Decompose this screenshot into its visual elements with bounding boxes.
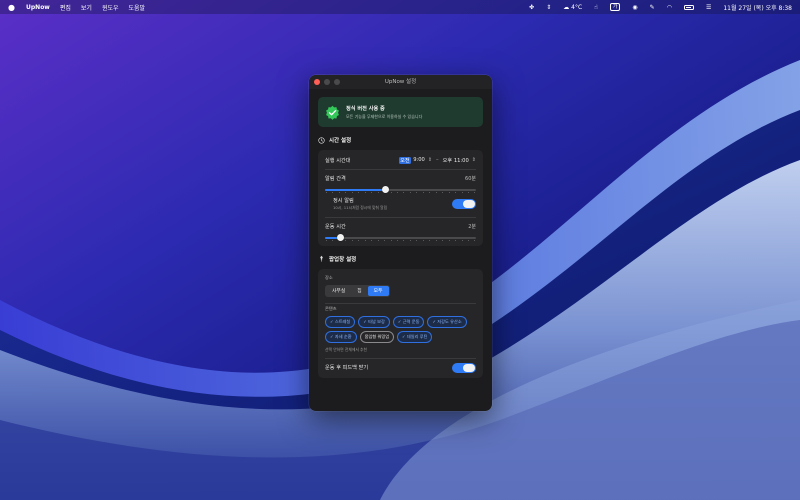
menu-edit[interactable]: 편집 (60, 3, 71, 12)
menu-bar: ● UpNow 편집 보기 윈도우 도움말 ✤ ⇕ ☁ 4°C ☝ 가 ◉ ✎ … (0, 0, 800, 14)
exercise-duration-slider[interactable] (325, 234, 476, 242)
interval-value: 60분 (465, 176, 476, 182)
verified-check-icon (326, 105, 339, 120)
interval-row: 알림 간격 60분 (325, 173, 476, 185)
time-section-title: 시간 설정 (329, 138, 352, 144)
input-source-icon[interactable]: 가 (609, 3, 621, 11)
range-dash: – (436, 157, 439, 163)
content-hint: 선택 안하면 전체에서 추천 (325, 347, 368, 352)
wifi-icon[interactable]: ◠ (667, 4, 672, 11)
hourly-alert-row: 정시 알림 10시, 11시처럼 정시에 맞춰 알림 (325, 194, 476, 215)
clock-icon (318, 136, 325, 144)
divider (325, 358, 476, 359)
exercise-duration-value: 2분 (468, 224, 476, 230)
chip-core[interactable]: ✓ 타납 보강 (358, 316, 390, 328)
chip-daily-routine[interactable]: ✓ 데일리 루틴 (397, 331, 433, 343)
banner-subtitle: 모든 기능을 무제한으로 이용하실 수 있습니다 (346, 113, 423, 119)
pen-icon[interactable]: ✎ (650, 4, 655, 11)
feedback-toggle[interactable] (452, 362, 476, 373)
slider-knob[interactable] (381, 186, 389, 193)
zoom-window-button[interactable] (334, 79, 340, 85)
upnow-status-icon[interactable]: ⇕ (546, 4, 551, 11)
apple-menu-icon[interactable]: ● (8, 3, 16, 12)
settings-content: 정식 버전 사용 중 모든 기능을 무제한으로 이용하실 수 있습니다 시간 설… (309, 89, 492, 385)
place-option-all[interactable]: 모두 (367, 285, 389, 296)
feedback-row: 운동 후 피드백 받기 (325, 362, 476, 374)
divider (325, 302, 476, 303)
app-status-icon[interactable]: ✤ (529, 4, 534, 11)
exercise-duration-label: 운동 시간 (325, 224, 346, 230)
menu-view[interactable]: 보기 (81, 3, 92, 12)
divider (325, 217, 476, 218)
menu-window[interactable]: 윈도우 (102, 3, 119, 12)
chip-warmup[interactable]: 몸입형 워밍업 (359, 331, 395, 343)
hourly-alert-toggle[interactable] (452, 198, 476, 209)
place-option-home[interactable]: 집 (351, 286, 367, 296)
minimize-window-button[interactable] (324, 79, 330, 85)
hourly-alert-desc: 10시, 11시처럼 정시에 맞춰 알림 (333, 205, 388, 210)
menubar-clock[interactable]: 11월 27일 (목) 오후 8:38 (723, 3, 792, 12)
control-center-icon[interactable]: ☰ (706, 4, 711, 11)
pin-icon (320, 255, 323, 262)
start-time-stepper-icon[interactable]: ⇕ (428, 157, 432, 163)
menubar-status-area: ✤ ⇕ ☁ 4°C ☝ 가 ◉ ✎ ◠ ☰ 11월 27일 (목) 오후 8:3… (529, 3, 792, 12)
popup-section-title: 팝업창 설정 (329, 256, 357, 263)
banner-title: 정식 버전 사용 중 (346, 105, 385, 112)
slider-track (325, 236, 476, 239)
chip-posture[interactable]: ✓ 자세 순환 (325, 331, 357, 343)
time-settings-card: 실행 시간대 오전 9:00 ⇕ – 오후 11:00 ⇕ 알림 간격 60분 (318, 150, 483, 246)
active-hours-range: 오전 9:00 ⇕ – 오후 11:00 ⇕ (398, 156, 476, 164)
chip-strength[interactable]: ✓ 근력 운동 (392, 316, 425, 328)
slider-ticks (325, 239, 476, 242)
hourly-alert-title: 정시 알림 (333, 197, 354, 204)
end-time-stepper-icon[interactable]: ⇕ (472, 157, 476, 163)
start-time-field[interactable]: 9:00 (413, 157, 425, 163)
hand-icon[interactable]: ☝ (594, 4, 598, 11)
close-window-button[interactable] (314, 79, 320, 85)
menu-app-name[interactable]: UpNow (26, 4, 50, 11)
popup-section-header: 팝업창 설정 (318, 255, 483, 263)
feedback-label: 운동 후 피드백 받기 (325, 365, 369, 371)
weather-item[interactable]: ☁ 4°C (563, 4, 582, 11)
content-chips: ✓ 스트레칭 ✓ 타납 보강 ✓ 근력 운동 ✓ 저강도 유산소 ✓ 자세 순환… (325, 316, 475, 343)
chip-low-cardio[interactable]: ✓ 저강도 유산소 (427, 316, 467, 328)
popup-settings-card: 장소 사무실 집 모두 콘텐츠 ✓ 스트레칭 ✓ 타납 보강 ✓ 근력 운동 ✓… (318, 268, 483, 378)
license-banner: 정식 버전 사용 중 모든 기능을 무제한으로 이용하실 수 있습니다 (318, 97, 483, 127)
place-option-office[interactable]: 사무실 (326, 286, 351, 296)
active-hours-label: 실행 시간대 (325, 157, 351, 164)
active-hours-row: 실행 시간대 오전 9:00 ⇕ – 오후 11:00 ⇕ (325, 154, 476, 166)
divider (325, 169, 476, 170)
record-icon[interactable]: ◉ (632, 4, 637, 11)
window-titlebar[interactable]: UpNow 설정 (309, 75, 492, 89)
battery-icon[interactable] (683, 4, 694, 10)
content-label: 콘텐츠 (325, 306, 337, 311)
menu-help[interactable]: 도움말 (129, 3, 146, 12)
chip-stretching[interactable]: ✓ 스트레칭 (325, 316, 356, 328)
place-label: 장소 (325, 274, 333, 280)
weather-temp: 4°C (571, 3, 583, 11)
exercise-duration-row: 운동 시간 2분 (325, 221, 476, 233)
settings-window: UpNow 설정 정식 버전 사용 중 모든 기능을 무제한으로 이용하실 수 … (309, 75, 492, 411)
interval-label: 알림 간격 (325, 176, 346, 182)
slider-ticks (325, 191, 476, 194)
cloud-icon: ☁ (563, 3, 570, 11)
slider-fill (325, 188, 386, 191)
interval-slider[interactable] (325, 186, 476, 194)
time-section-header: 시간 설정 (318, 136, 483, 144)
place-segmented-control: 사무실 집 모두 (325, 284, 390, 297)
slider-knob[interactable] (336, 234, 344, 241)
start-ampm-field[interactable]: 오전 (398, 156, 412, 164)
end-time-field[interactable]: 오후 11:00 (443, 157, 469, 164)
